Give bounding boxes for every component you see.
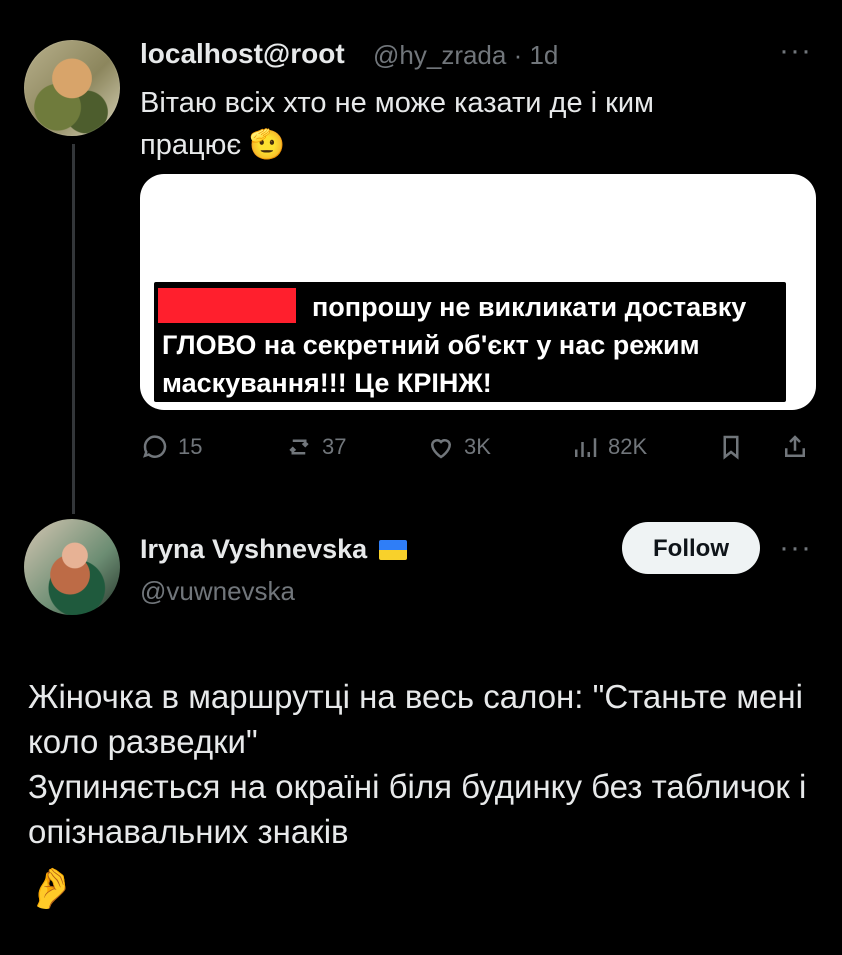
display-name-text: Iryna Vyshnevska <box>140 534 368 564</box>
avatar[interactable] <box>24 519 120 615</box>
reply-button[interactable]: 15 <box>140 432 202 462</box>
display-name[interactable]: Iryna Vyshnevska <box>140 534 408 565</box>
repost-button[interactable]: 37 <box>284 432 346 462</box>
share-icon <box>785 435 805 457</box>
heart-icon <box>430 439 452 459</box>
tweet-text: Жіночка в маршрутці на весь салон: "Стан… <box>28 678 807 850</box>
thread-line <box>72 144 75 514</box>
reply-icon <box>143 435 167 458</box>
display-name[interactable]: localhost@root <box>140 38 345 70</box>
repost-icon <box>289 439 309 455</box>
pinched-fingers-icon: 🤌 <box>23 863 79 915</box>
caption-box: попрошу не викликати доставку ГЛОВО на с… <box>154 282 786 402</box>
repost-count: 37 <box>322 434 347 459</box>
tweet-actions: 15 37 3K 82K <box>140 432 820 466</box>
more-horizontal-icon[interactable]: ··· <box>779 531 812 565</box>
share-button[interactable] <box>780 432 810 462</box>
handle[interactable]: @vuwnevska <box>140 576 295 607</box>
views-icon <box>575 438 597 457</box>
tweet-text: Вітаю всіх хто не може казати де і ким п… <box>140 87 654 161</box>
handle-time[interactable]: @hy_zrada · 1d <box>373 40 558 71</box>
media-caption: попрошу не викликати доставку ГЛОВО на с… <box>162 292 747 398</box>
ukraine-flag-icon <box>379 539 408 560</box>
tweet-media[interactable]: попрошу не викликати доставку ГЛОВО на с… <box>140 174 816 410</box>
views-button[interactable]: 82K <box>570 432 647 462</box>
avatar[interactable] <box>24 40 120 136</box>
follow-button[interactable]: Follow <box>622 522 760 574</box>
views-count: 82K <box>608 434 648 459</box>
bookmark-icon <box>723 435 739 460</box>
more-horizontal-icon[interactable]: ··· <box>779 34 812 68</box>
like-button[interactable]: 3K <box>426 432 491 462</box>
bookmark-button[interactable] <box>716 432 746 462</box>
reply-count: 15 <box>178 434 203 459</box>
like-count: 3K <box>464 434 491 459</box>
